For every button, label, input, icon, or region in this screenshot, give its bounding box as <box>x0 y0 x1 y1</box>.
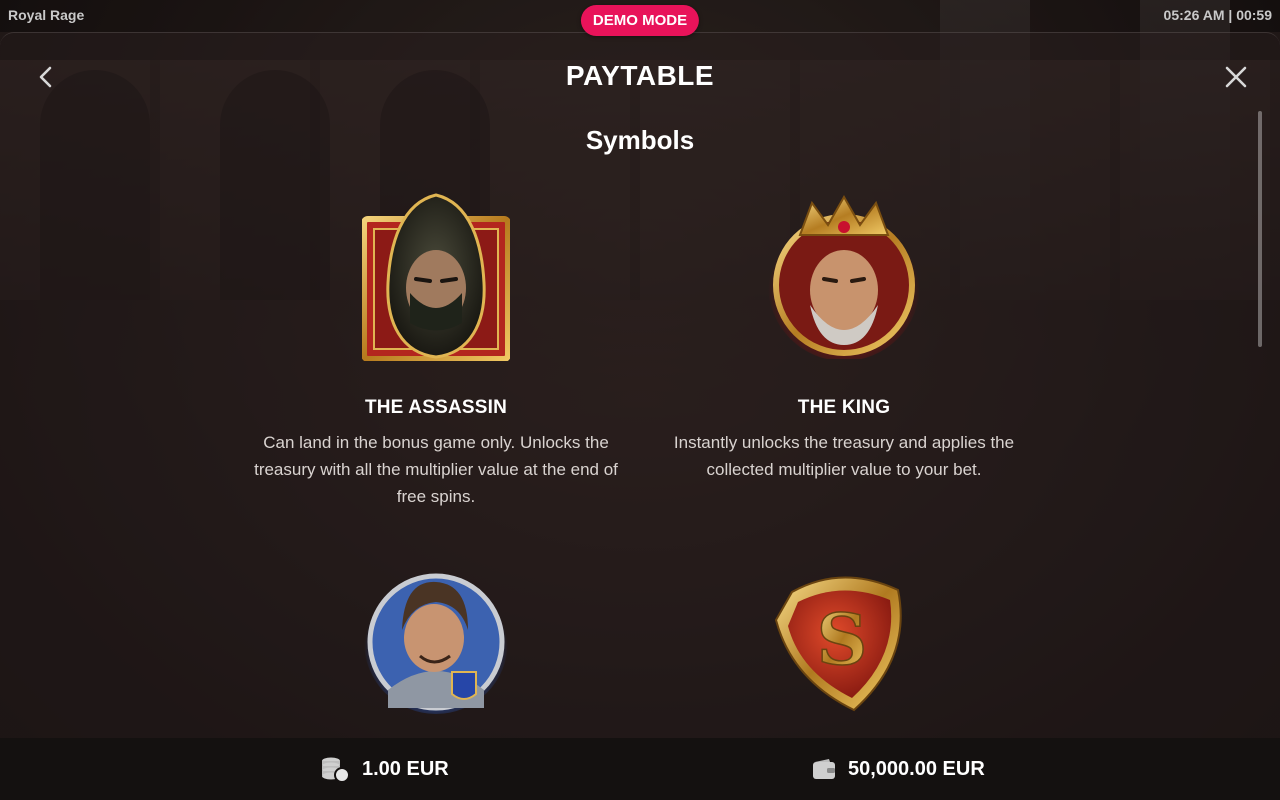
close-icon <box>1225 66 1247 88</box>
wallet-icon <box>813 759 835 779</box>
assassin-icon <box>362 193 510 361</box>
bet-amount: 1.00 EUR <box>362 757 449 780</box>
clock: 05:26 AM | 00:59 <box>1163 7 1272 23</box>
symbol-name: THE KING <box>797 397 891 418</box>
knight-icon <box>364 570 508 714</box>
demo-mode-badge: DEMO MODE <box>580 5 700 36</box>
paytable-panel: PAYTABLE Symbols <box>0 32 1280 738</box>
page-title: PAYTABLE <box>565 60 715 91</box>
scatter-shield-icon: S <box>774 576 902 712</box>
close-button[interactable] <box>1222 63 1250 91</box>
section-title: Symbols <box>585 125 695 155</box>
symbol-name: THE ASSASSIN <box>364 397 508 418</box>
symbol-assassin: THE ASSASSIN Can land in the bonus game … <box>246 397 626 510</box>
king-icon <box>768 195 920 359</box>
symbol-king: THE KING Instantly unlocks the treasury … <box>654 397 1034 483</box>
game-title: Royal Rage <box>8 7 85 23</box>
scrollbar[interactable] <box>1258 111 1262 347</box>
coins-icon <box>322 757 350 782</box>
symbol-description: Can land in the bonus game only. Unlocks… <box>254 433 618 506</box>
symbol-description: Instantly unlocks the treasury and appli… <box>673 433 1015 479</box>
footer-bar: 1.00 EUR 50,000.00 EUR <box>0 738 1280 800</box>
balance-amount: 50,000.00 EUR <box>848 757 985 780</box>
bet-display[interactable]: 1.00 EUR <box>320 738 449 800</box>
balance-display: 50,000.00 EUR <box>812 738 985 800</box>
svg-text:S: S <box>817 598 868 681</box>
